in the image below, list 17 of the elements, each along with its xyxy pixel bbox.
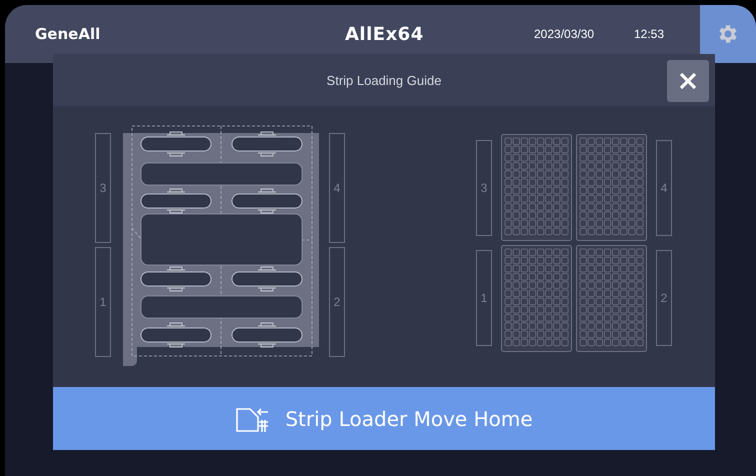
slot-label: 4 xyxy=(656,140,672,236)
settings-button[interactable] xyxy=(700,5,756,63)
close-button[interactable] xyxy=(667,60,709,102)
move-home-button[interactable]: Strip Loader Move Home xyxy=(53,387,715,450)
slot-label: 3 xyxy=(95,133,111,243)
slot-label: 2 xyxy=(329,247,345,357)
close-icon xyxy=(678,71,698,91)
slot-label: 2 xyxy=(656,250,672,346)
slot-label: 1 xyxy=(476,250,492,346)
slot-label: 1 xyxy=(95,247,111,357)
app-title: AllEx64 xyxy=(345,24,424,44)
brand-name: GeneAll xyxy=(35,25,102,43)
time-text: 12:53 xyxy=(634,27,664,41)
slot-label: 4 xyxy=(329,133,345,243)
dialog-title: Strip Loading Guide xyxy=(326,72,442,88)
date-text: 2023/03/30 xyxy=(534,27,594,41)
slot-label: 3 xyxy=(476,140,492,236)
